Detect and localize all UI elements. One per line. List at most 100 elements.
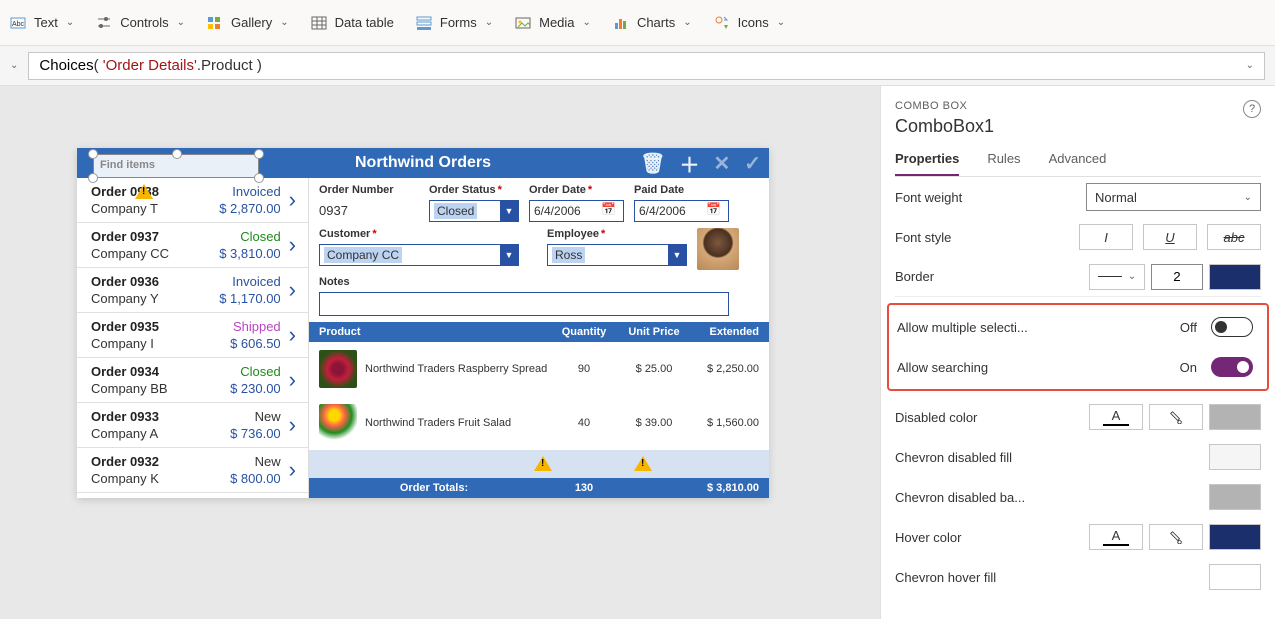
allow-multiple-toggle[interactable] [1211,317,1253,337]
ribbon-label: Charts [637,15,675,30]
gallery-item[interactable]: Order 0936 Company Y Invoiced $ 1,170.00… [77,268,308,313]
app-body: Order 0938 Company T Invoiced $ 2,870.00… [77,178,769,498]
resize-handle[interactable] [88,149,98,159]
strike-button[interactable]: abc [1207,224,1261,250]
prop-disabled-color: Disabled color A [895,397,1261,437]
properties-panel: ? COMBO BOX ComboBox1 Properties Rules A… [880,86,1275,619]
controls-icon [96,15,112,31]
order-status: Invoiced [219,274,280,289]
label-customer: Customer [319,228,519,240]
order-amount: $ 800.00 [230,471,281,486]
gallery-item[interactable]: Order 0938 Company T Invoiced $ 2,870.00… [77,178,308,223]
tab-rules[interactable]: Rules [987,151,1020,176]
font-weight-dropdown[interactable]: Normal⌄ [1086,183,1261,211]
value-order-number: 0937 [319,200,419,218]
help-icon[interactable]: ? [1243,100,1261,118]
ribbon-charts[interactable]: Charts ⌄ [613,15,692,31]
input-employee[interactable]: Ross▼ [547,244,687,266]
order-status: Closed [230,364,281,379]
ribbon-label: Media [539,15,574,30]
ribbon-datatable[interactable]: Data table [311,15,394,31]
resize-handle[interactable] [254,149,264,159]
label-paid-date: Paid Date [634,184,729,196]
input-notes[interactable] [319,292,729,316]
border-style-dropdown[interactable]: ⌄ [1089,264,1145,290]
control-name[interactable]: ComboBox1 [895,116,1261,137]
fill-color-button[interactable] [1149,404,1203,430]
trash-icon[interactable]: 🗑 [640,151,665,176]
close-icon[interactable]: ✕ [713,151,730,176]
resize-handle[interactable] [172,149,182,159]
border-color-swatch[interactable] [1209,264,1261,290]
gallery-icon [207,15,223,31]
color-swatch[interactable] [1209,444,1261,470]
col-ext: Extended [689,326,759,338]
order-id: Order 0932 [91,454,230,469]
totals-ext: $ 3,810.00 [689,482,759,494]
app-canvas[interactable]: Northwind Orders 🗑 ＋ ✕ ✓ Find items [77,148,769,498]
fill-color-button[interactable] [1149,524,1203,550]
gallery-item[interactable]: Order 0933 Company A New $ 736.00 › [77,403,308,448]
products-header: Product Quantity Unit Price Extended [309,322,769,342]
app-title: Northwind Orders [355,154,491,172]
check-icon[interactable]: ✓ [744,151,761,176]
italic-button[interactable]: I [1079,224,1133,250]
plus-icon[interactable]: ＋ [679,149,699,178]
label-order-date: Order Date [529,184,624,196]
font-color-button[interactable]: A [1089,524,1143,550]
gallery-item[interactable]: Order 0932 Company K New $ 800.00 › [77,448,308,493]
color-swatch[interactable] [1209,564,1261,590]
chevron-down-icon: ⌄ [1128,271,1136,282]
input-order-date[interactable]: 6/4/2006📅 [529,200,624,222]
formula-prop-chevron[interactable]: ⌄ [10,60,18,71]
prop-chev-hover-fill: Chevron hover fill [895,557,1261,597]
totals-qty: 130 [549,482,619,494]
tab-advanced[interactable]: Advanced [1049,151,1107,176]
ribbon-icons[interactable]: Icons ⌄ [714,15,785,31]
chevron-down-icon: ▼ [500,244,518,266]
tab-properties[interactable]: Properties [895,151,959,176]
gallery-item[interactable]: Order 0935 Company I Shipped $ 606.50 › [77,313,308,358]
font-color-button[interactable]: A [1089,404,1143,430]
input-customer[interactable]: Company CC▼ [319,244,519,266]
color-swatch[interactable] [1209,524,1261,550]
chevron-down-icon: ⌄ [485,17,493,28]
col-qty: Quantity [549,326,619,338]
color-swatch[interactable] [1209,404,1261,430]
ribbon-controls[interactable]: Controls ⌄ [96,15,185,31]
prop-allow-searching: Allow searching On [889,347,1261,387]
selected-combobox[interactable]: Find items [93,154,259,178]
ribbon-text[interactable]: Abc Text ⌄ [10,15,74,31]
allow-searching-toggle[interactable] [1211,357,1253,377]
prop-chev-disabled-back: Chevron disabled ba... [895,477,1261,517]
gallery-item[interactable]: Order 0937 Company CC Closed $ 3,810.00 … [77,223,308,268]
order-id: Order 0934 [91,364,230,379]
ribbon-gallery[interactable]: Gallery ⌄ [207,15,289,31]
chevron-down-icon[interactable]: ⌄ [1246,60,1254,71]
product-row[interactable]: Northwind Traders Fruit Salad 40 $ 39.00… [309,396,769,450]
media-icon [515,15,531,31]
header-icons: 🗑 ＋ ✕ ✓ [640,148,761,178]
order-status: New [230,409,281,424]
product-row[interactable]: Northwind Traders Raspberry Spread 90 $ … [309,342,769,396]
formula-text: Choices( 'Order Details'.Product ) [39,57,262,74]
order-amount: $ 606.50 [230,336,281,351]
order-company: Company BB [91,381,230,396]
label-order-number: Order Number [319,184,419,196]
employee-photo [697,228,739,270]
input-paid-date[interactable]: 6/4/2006📅 [634,200,729,222]
color-swatch[interactable] [1209,484,1261,510]
input-order-status[interactable]: Closed▼ [429,200,519,222]
ribbon-media[interactable]: Media ⌄ [515,15,591,31]
formula-bar[interactable]: Choices( 'Order Details'.Product ) ⌄ [28,52,1265,80]
ribbon-forms[interactable]: Forms ⌄ [416,15,493,31]
chevron-down-icon: ⌄ [177,17,185,28]
order-status: New [230,454,281,469]
product-qty: 90 [549,363,619,375]
products-totals: Order Totals: 130 $ 3,810.00 [309,478,769,498]
underline-button[interactable]: U [1143,224,1197,250]
order-gallery[interactable]: Order 0938 Company T Invoiced $ 2,870.00… [77,178,309,498]
border-width-input[interactable] [1151,264,1203,290]
gallery-item[interactable]: Order 0934 Company BB Closed $ 230.00 › [77,358,308,403]
prop-label: Hover color [895,530,961,545]
